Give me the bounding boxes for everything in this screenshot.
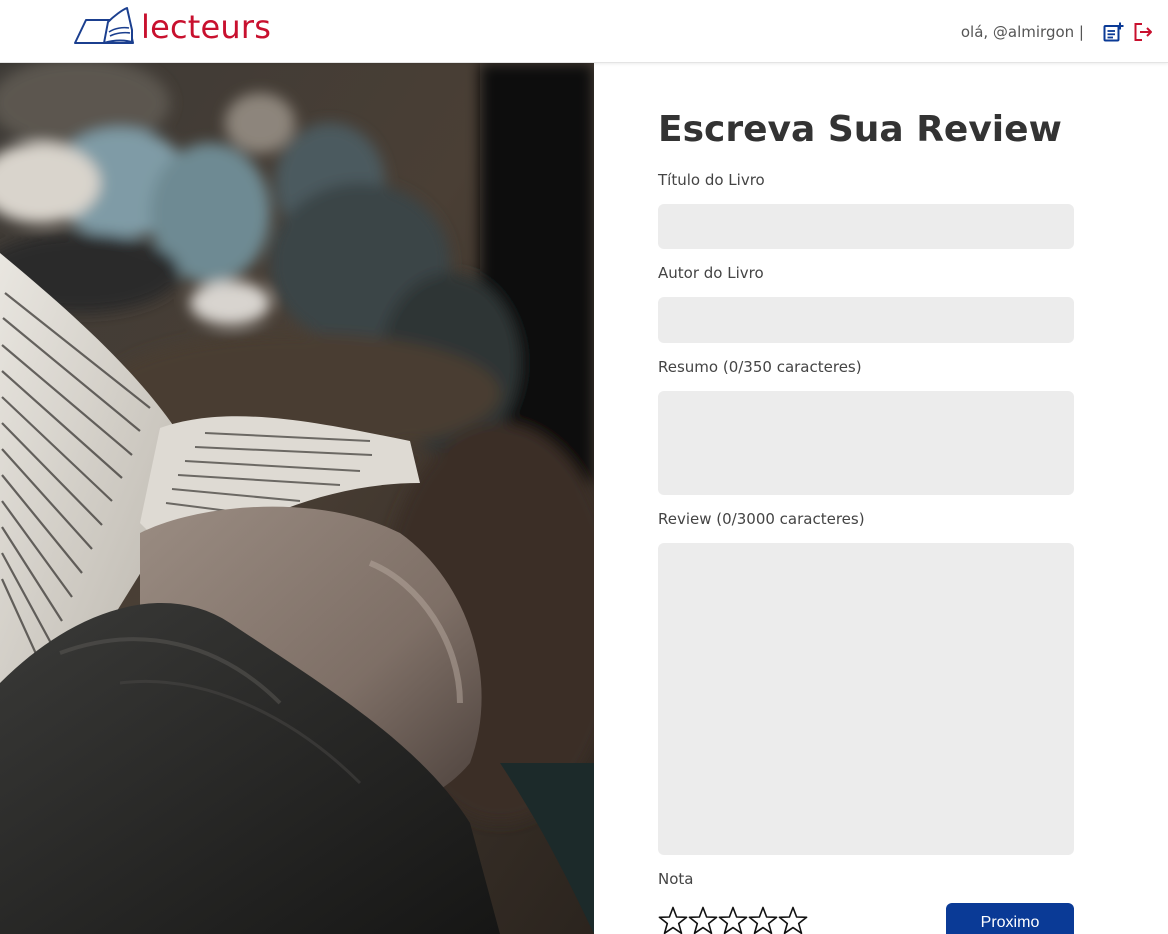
reading-photo-image: [0, 63, 594, 934]
star-icon[interactable]: [718, 906, 748, 934]
logout-icon[interactable]: [1132, 21, 1154, 43]
brand-name: lecteurs: [141, 8, 272, 46]
reading-photo: [0, 63, 594, 934]
page-title: Escreva Sua Review: [658, 109, 1062, 150]
book-title-label: Título do Livro: [658, 171, 765, 189]
top-navbar: lecteurs olá, @almirgon |: [0, 0, 1168, 63]
book-title-input[interactable]: [658, 204, 1074, 249]
summary-textarea[interactable]: [658, 391, 1074, 495]
open-book-logo-icon: [74, 7, 134, 44]
summary-label: Resumo (0/350 caracteres): [658, 358, 862, 376]
review-label: Review (0/3000 caracteres): [658, 510, 865, 528]
rating-stars: [658, 906, 808, 934]
star-icon[interactable]: [688, 906, 718, 934]
user-greeting: olá, @almirgon |: [960, 23, 1084, 41]
star-icon[interactable]: [748, 906, 778, 934]
user-menu: olá, @almirgon |: [961, 18, 1154, 46]
brand-logo-link[interactable]: lecteurs: [72, 6, 271, 48]
note-add-icon[interactable]: [1102, 21, 1124, 43]
next-button[interactable]: Proximo: [946, 903, 1074, 934]
rating-label: Nota: [658, 870, 694, 888]
book-author-input[interactable]: [658, 297, 1074, 343]
review-textarea[interactable]: [658, 543, 1074, 855]
book-author-label: Autor do Livro: [658, 264, 764, 282]
star-icon[interactable]: [778, 906, 808, 934]
star-icon[interactable]: [658, 906, 688, 934]
